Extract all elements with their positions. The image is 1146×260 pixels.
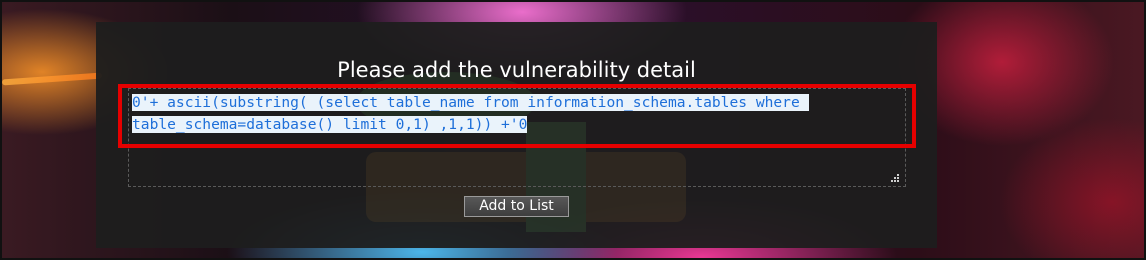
add-to-list-button[interactable]: Add to List bbox=[464, 196, 569, 217]
form-heading: Please add the vulnerability detail bbox=[337, 58, 696, 82]
textarea-selected-text: 0'+ ascii(substring( (select table_name … bbox=[132, 94, 809, 133]
vulnerability-detail-textarea[interactable]: 0'+ ascii(substring( (select table_name … bbox=[132, 92, 902, 144]
screenshot-stage: Please add the vulnerability detail 0'+ … bbox=[0, 0, 1146, 260]
background-decoration bbox=[2, 72, 103, 86]
resize-grip-icon[interactable] bbox=[888, 173, 900, 185]
